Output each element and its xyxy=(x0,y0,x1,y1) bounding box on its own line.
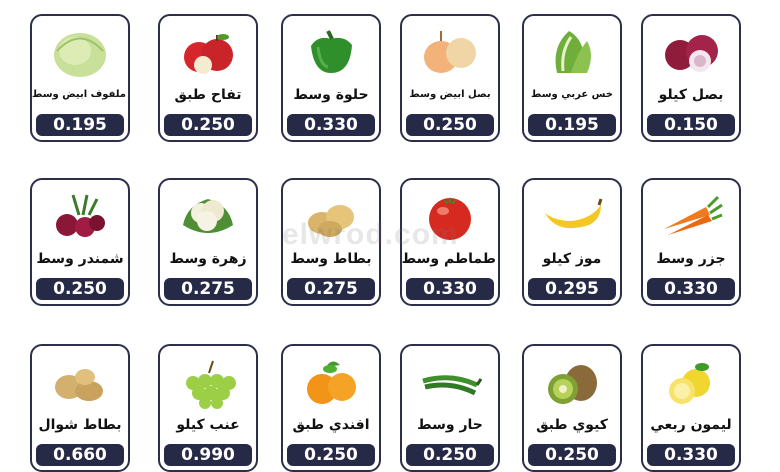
product-name: زهرة وسط xyxy=(169,251,247,267)
product-price: 0.250 xyxy=(287,444,375,466)
watermark: elwrod.com xyxy=(282,218,459,251)
product-card: شمندر وسط 0.250 xyxy=(30,178,130,306)
product-name: كيوي طبق xyxy=(536,417,608,433)
cauliflower-icon xyxy=(160,184,256,246)
product-name: ملفوف ابيض وسط xyxy=(32,89,126,100)
potato-sack-icon xyxy=(32,350,128,412)
product-card: بصل ابيض وسط 0.250 xyxy=(400,14,500,142)
kiwi-icon xyxy=(524,350,620,412)
cabbage-icon xyxy=(32,20,128,82)
product-price: 0.295 xyxy=(528,278,616,300)
product-card: موز كيلو 0.295 xyxy=(522,178,622,306)
product-price: 0.250 xyxy=(406,444,494,466)
product-card: ليمون ربعي 0.330 xyxy=(641,344,741,472)
product-name: حار وسط xyxy=(417,417,483,433)
product-price: 0.330 xyxy=(287,114,375,136)
product-price: 0.275 xyxy=(287,278,375,300)
green-pepper-icon xyxy=(283,20,379,82)
product-name: بصل كيلو xyxy=(658,87,724,103)
red-onion-icon xyxy=(643,20,739,82)
product-price: 0.250 xyxy=(164,114,252,136)
product-price: 0.990 xyxy=(164,444,252,466)
mandarin-icon xyxy=(283,350,379,412)
product-name: موز كيلو xyxy=(542,251,602,267)
banana-icon xyxy=(524,184,620,246)
product-card: زهرة وسط 0.275 xyxy=(158,178,258,306)
product-card: حلوة وسط 0.330 xyxy=(281,14,381,142)
product-name: بطاط شوال xyxy=(38,417,122,433)
lemon-icon xyxy=(643,350,739,412)
beetroot-icon xyxy=(32,184,128,246)
product-name: شمندر وسط xyxy=(36,251,124,267)
product-price: 0.330 xyxy=(647,444,735,466)
product-name: بصل ابيض وسط xyxy=(409,89,491,100)
product-card: خس عربي وسط 0.195 xyxy=(522,14,622,142)
product-price: 0.275 xyxy=(164,278,252,300)
product-name: جزر وسط xyxy=(656,251,726,267)
grapes-icon xyxy=(160,350,256,412)
apple-icon xyxy=(160,20,256,82)
product-price: 0.195 xyxy=(36,114,124,136)
product-name: تفاح طبق xyxy=(174,87,242,103)
onion-icon xyxy=(402,20,498,82)
product-card: عنب كيلو 0.990 xyxy=(158,344,258,472)
product-price: 0.250 xyxy=(528,444,616,466)
product-price: 0.250 xyxy=(36,278,124,300)
product-name: بطاط وسط xyxy=(290,251,372,267)
product-card: حار وسط 0.250 xyxy=(400,344,500,472)
product-name: عنب كيلو xyxy=(176,417,240,433)
lettuce-icon xyxy=(524,20,620,82)
product-name: حلوة وسط xyxy=(293,87,369,103)
product-price: 0.660 xyxy=(36,444,124,466)
product-name: ليمون ربعي xyxy=(650,417,732,433)
product-price: 0.195 xyxy=(528,114,616,136)
product-card: بطاط شوال 0.660 xyxy=(30,344,130,472)
product-card: كيوي طبق 0.250 xyxy=(522,344,622,472)
product-price: 0.150 xyxy=(647,114,735,136)
product-name: افندي طبق xyxy=(292,417,370,433)
product-card: بصل كيلو 0.150 xyxy=(641,14,741,142)
carrot-icon xyxy=(643,184,739,246)
product-card: افندي طبق 0.250 xyxy=(281,344,381,472)
product-name: خس عربي وسط xyxy=(531,89,613,100)
chili-icon xyxy=(402,350,498,412)
product-card: جزر وسط 0.330 xyxy=(641,178,741,306)
product-name: طماطم وسط xyxy=(401,251,496,267)
product-card: تفاح طبق 0.250 xyxy=(158,14,258,142)
product-card: ملفوف ابيض وسط 0.195 xyxy=(30,14,130,142)
product-price: 0.250 xyxy=(406,114,494,136)
product-price: 0.330 xyxy=(647,278,735,300)
product-price: 0.330 xyxy=(406,278,494,300)
